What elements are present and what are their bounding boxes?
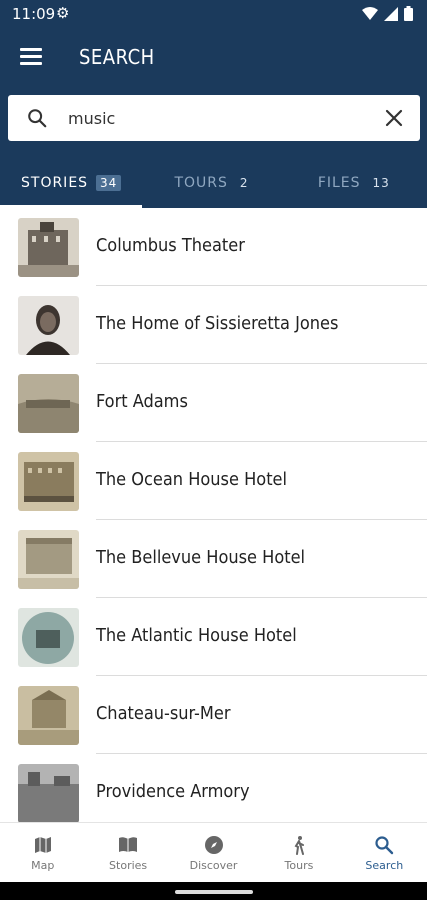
search-icon [375, 836, 394, 855]
list-item[interactable]: The Home of Sissieretta Jones [0, 286, 427, 364]
menu-button[interactable] [20, 48, 42, 66]
tab-label: FILES [317, 175, 361, 191]
list-item-title: The Home of Sissieretta Jones [96, 313, 339, 334]
book-icon [119, 837, 138, 852]
nav-map[interactable]: Map [0, 823, 85, 882]
thumbnail-image [18, 374, 79, 433]
list-item[interactable]: Chateau-sur-Mer [0, 676, 427, 754]
tab-label: STORIES [21, 175, 89, 191]
thumbnail-image [18, 686, 79, 745]
list-item[interactable]: The Atlantic House Hotel [0, 598, 427, 676]
search-input[interactable] [68, 105, 368, 131]
list-item-title: The Ocean House Hotel [96, 469, 288, 490]
gesture-bar [0, 882, 427, 900]
wifi-icon [362, 6, 378, 20]
nav-search[interactable]: Search [342, 823, 427, 882]
nav-label: Search [365, 859, 404, 872]
list-item[interactable]: Fort Adams [0, 364, 427, 442]
thumbnail-image [18, 452, 79, 511]
tab-tours[interactable]: TOURS 2 [142, 158, 284, 208]
app-bar: SEARCH STORIES 34 TOURS 2 FILES 13 [0, 28, 427, 208]
tab-files[interactable]: FILES 13 [285, 158, 427, 208]
battery-icon [404, 6, 413, 21]
map-icon [34, 837, 51, 853]
tab-label: TOURS [174, 175, 228, 191]
status-icons [362, 6, 413, 21]
list-item-title: Providence Armory [96, 781, 250, 802]
bottom-navigation: Map Stories Discover Tours Search [0, 822, 427, 882]
list-item-title: Fort Adams [96, 391, 188, 412]
nav-discover[interactable]: Discover [171, 823, 256, 882]
thumbnail-image [18, 608, 79, 667]
clock: 11:09 [12, 5, 56, 23]
home-indicator[interactable] [175, 890, 253, 894]
page-title: SEARCH [79, 45, 155, 69]
results-list: Columbus Theater The Home of Sissieretta… [0, 208, 427, 822]
nav-tours[interactable]: Tours [256, 823, 341, 882]
search-bar [8, 95, 420, 141]
signal-icon [384, 6, 398, 21]
list-item[interactable]: Providence Armory [0, 754, 427, 822]
settings-gear-icon: ⚙ [56, 5, 70, 22]
status-bar: 11:09 ⚙ [0, 0, 427, 28]
nav-label: Map [31, 859, 55, 872]
nav-stories[interactable]: Stories [85, 823, 170, 882]
thumbnail-image [18, 296, 79, 355]
tab-count-badge: 34 [96, 175, 122, 191]
thumbnail-image [18, 764, 79, 822]
search-icon [28, 109, 47, 128]
tab-count-badge: 2 [239, 176, 249, 190]
walking-icon [294, 836, 304, 855]
nav-label: Stories [109, 859, 148, 872]
list-item-title: Chateau-sur-Mer [96, 703, 231, 724]
result-tabs: STORIES 34 TOURS 2 FILES 13 [0, 158, 427, 208]
compass-icon [204, 836, 223, 854]
tab-stories[interactable]: STORIES 34 [0, 158, 143, 208]
close-icon[interactable] [384, 108, 404, 128]
list-item-title: The Bellevue House Hotel [96, 547, 306, 568]
nav-label: Discover [189, 859, 238, 872]
list-item-title: The Atlantic House Hotel [96, 625, 297, 646]
list-item[interactable]: The Bellevue House Hotel [0, 520, 427, 598]
list-item-title: Columbus Theater [96, 235, 245, 256]
nav-label: Tours [284, 859, 314, 872]
thumbnail-image [18, 530, 79, 589]
list-item[interactable]: The Ocean House Hotel [0, 442, 427, 520]
list-item[interactable]: Columbus Theater [0, 208, 427, 286]
thumbnail-image [18, 218, 79, 277]
tab-count-badge: 13 [372, 176, 390, 190]
